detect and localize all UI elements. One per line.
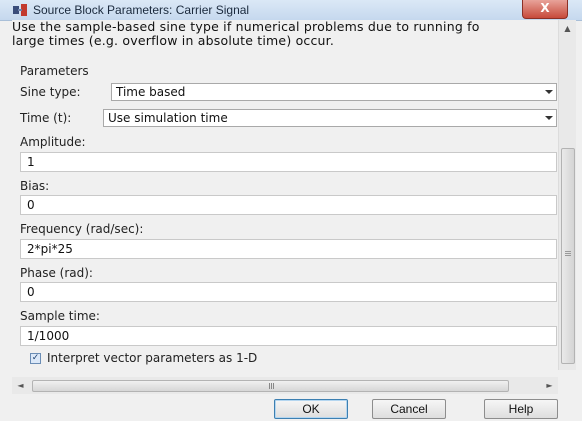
amplitude-input[interactable]: 1 <box>20 152 557 172</box>
chevron-down-icon <box>545 116 553 120</box>
bias-label: Bias: <box>20 179 50 193</box>
horizontal-scrollbar[interactable]: ◄ ► <box>12 377 558 394</box>
phase-input[interactable]: 0 <box>20 282 557 302</box>
vertical-scrollbar[interactable]: ▲ <box>558 20 576 370</box>
interpret-vector-checkbox[interactable]: ✓ <box>30 353 41 364</box>
simulink-icon <box>13 4 27 16</box>
parameters-panel: Use the sample-based sine type if numeri… <box>12 20 558 390</box>
block-description: Use the sample-based sine type if numeri… <box>12 20 558 48</box>
sine-type-label: Sine type: <box>20 85 81 99</box>
grip-icon <box>565 251 571 252</box>
ok-button[interactable]: OK <box>274 399 348 419</box>
time-label: Time (t): <box>20 111 72 125</box>
sine-type-value: Time based <box>116 85 186 99</box>
phase-label: Phase (rad): <box>20 266 93 280</box>
time-value: Use simulation time <box>108 111 228 125</box>
close-button[interactable]: X <box>522 0 568 19</box>
vertical-scroll-thumb[interactable] <box>561 148 575 364</box>
chevron-down-icon <box>545 90 553 94</box>
description-line-2: large times (e.g. overflow in absolute t… <box>12 33 335 48</box>
interpret-vector-label: Interpret vector parameters as 1-D <box>47 351 258 365</box>
frequency-label: Frequency (rad/sec): <box>20 222 144 236</box>
scroll-up-arrow-icon[interactable]: ▲ <box>559 20 576 37</box>
dialog-window: Source Block Parameters: Carrier Signal … <box>0 0 582 421</box>
parameters-section-label: Parameters <box>20 64 89 78</box>
bias-input[interactable]: 0 <box>20 195 557 215</box>
cancel-button[interactable]: Cancel <box>372 399 446 419</box>
frequency-input[interactable]: 2*pi*25 <box>20 239 557 259</box>
description-line-1: Use the sample-based sine type if numeri… <box>12 20 480 34</box>
grip-icon <box>269 383 270 389</box>
sine-type-select[interactable]: Time based <box>111 83 557 101</box>
window-title: Source Block Parameters: Carrier Signal <box>33 3 250 17</box>
horizontal-scroll-thumb[interactable] <box>32 380 509 392</box>
sample-time-input[interactable]: 1/1000 <box>20 326 557 346</box>
help-button[interactable]: Help <box>484 399 558 419</box>
time-select[interactable]: Use simulation time <box>103 109 557 127</box>
title-bar[interactable]: Source Block Parameters: Carrier Signal … <box>0 0 582 21</box>
scroll-right-arrow-icon[interactable]: ► <box>541 377 558 394</box>
amplitude-label: Amplitude: <box>20 135 86 149</box>
scroll-left-arrow-icon[interactable]: ◄ <box>12 377 29 394</box>
sample-time-label: Sample time: <box>20 309 100 323</box>
